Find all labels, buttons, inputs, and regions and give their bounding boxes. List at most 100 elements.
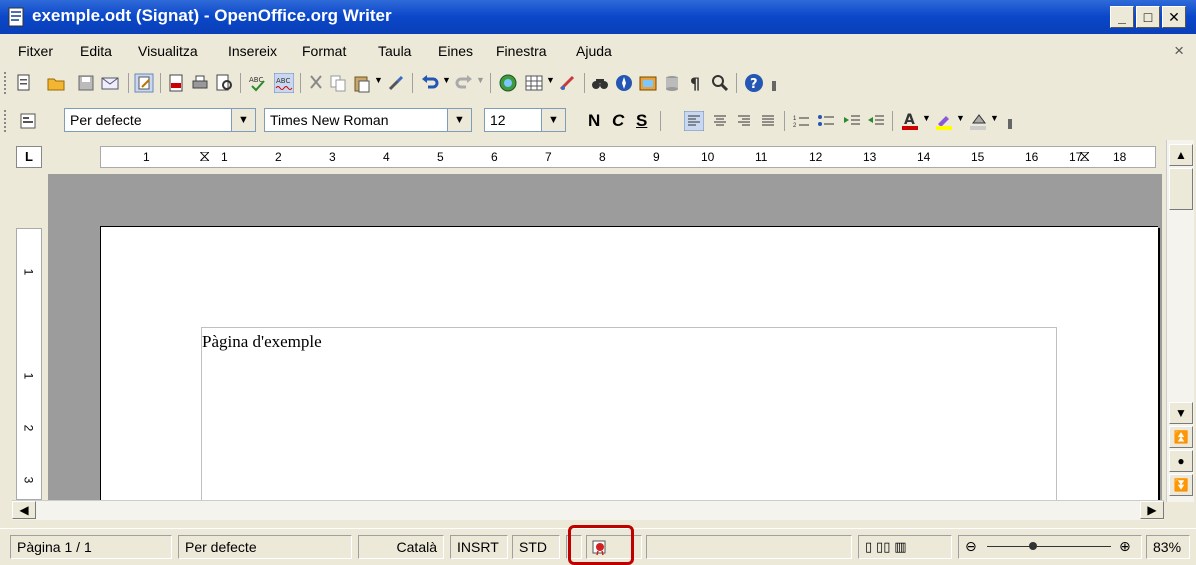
hyperlink-icon[interactable] — [498, 73, 518, 93]
scroll-thumb[interactable] — [1169, 168, 1193, 210]
menu-visualitza[interactable]: Visualitza — [138, 43, 198, 59]
single-page-view-icon[interactable]: ▯ — [865, 539, 872, 554]
navigator-icon[interactable] — [614, 73, 634, 93]
save-icon[interactable] — [76, 73, 96, 93]
toolbar-options-icon[interactable] — [768, 73, 788, 93]
align-center-icon[interactable] — [710, 111, 730, 131]
minimize-button[interactable]: _ — [1110, 6, 1134, 28]
redo-icon[interactable] — [454, 73, 474, 93]
left-indent-marker-icon[interactable]: ⧖ — [199, 148, 210, 166]
chevron-down-icon[interactable]: ▼ — [990, 113, 999, 123]
maximize-button[interactable]: □ — [1136, 6, 1160, 28]
bold-button[interactable]: N — [588, 111, 600, 131]
document-canvas[interactable]: Pàgina d'exemple — [48, 174, 1162, 504]
scroll-left-button[interactable]: ◀ — [12, 501, 36, 519]
selection-mode-indicator[interactable]: STD — [512, 535, 560, 559]
horizontal-scrollbar[interactable]: ◀ ▶ — [12, 500, 1164, 520]
zoom-out-icon[interactable]: ⊖ — [965, 538, 977, 555]
cut-icon[interactable] — [306, 73, 326, 93]
help-icon[interactable]: ? — [744, 73, 764, 93]
pilcrow-icon[interactable]: ¶ — [686, 73, 706, 93]
draw-functions-icon[interactable] — [558, 73, 578, 93]
numbering-icon[interactable]: 12 — [792, 111, 812, 131]
view-layout-controls[interactable]: ▯ ▯▯ ▥ — [858, 535, 952, 559]
scroll-down-button[interactable]: ▼ — [1169, 402, 1193, 424]
vertical-scrollbar[interactable]: ▲ ▼ ⏫ ● ⏬ — [1166, 140, 1194, 502]
close-document-icon[interactable]: × — [1174, 41, 1184, 61]
document-text[interactable]: Pàgina d'exemple — [202, 332, 322, 352]
gallery-icon[interactable] — [638, 73, 658, 93]
zoom-slider-thumb[interactable] — [1029, 542, 1037, 550]
open-folder-icon[interactable] — [46, 73, 66, 93]
menu-eines[interactable]: Eines — [438, 43, 473, 59]
chevron-down-icon[interactable]: ▼ — [956, 113, 965, 123]
menu-taula[interactable]: Taula — [378, 43, 411, 59]
paste-icon[interactable] — [352, 73, 372, 93]
previous-page-button[interactable]: ⏫ — [1169, 426, 1193, 448]
toolbar-options-icon[interactable] — [1004, 111, 1024, 131]
zoom-in-icon[interactable]: ⊕ — [1119, 538, 1131, 555]
copy-icon[interactable] — [328, 73, 348, 93]
data-sources-icon[interactable] — [662, 73, 682, 93]
export-pdf-icon[interactable] — [166, 73, 186, 93]
justify-icon[interactable] — [758, 111, 778, 131]
toolbar-grip[interactable] — [4, 72, 7, 94]
edit-mode-icon[interactable] — [134, 73, 154, 93]
font-size-select[interactable]: 12 ▼ — [484, 108, 566, 132]
zoom-slider[interactable]: ⊖ ⊕ — [958, 535, 1142, 559]
find-replace-icon[interactable] — [590, 73, 610, 93]
zoom-icon[interactable] — [710, 73, 730, 93]
chevron-down-icon[interactable]: ▼ — [476, 75, 485, 85]
chevron-down-icon[interactable]: ▼ — [546, 75, 555, 85]
new-document-icon[interactable] — [14, 73, 34, 93]
clone-formatting-icon[interactable] — [386, 73, 406, 93]
table-icon[interactable] — [524, 73, 544, 93]
horizontal-ruler[interactable]: 1 ⧖ 1 2 3 4 5 6 7 8 9 10 11 12 13 14 15 … — [100, 146, 1156, 168]
menu-fitxer[interactable]: Fitxer — [18, 43, 53, 59]
vertical-ruler[interactable]: 1 1 2 3 — [16, 228, 42, 500]
navigation-icon[interactable]: ● — [1169, 450, 1193, 472]
toolbar-grip[interactable] — [4, 110, 7, 132]
styles-formatting-icon[interactable] — [18, 111, 38, 131]
language-indicator[interactable]: Català — [358, 535, 444, 559]
book-view-icon[interactable]: ▥ — [894, 539, 906, 554]
page-preview-icon[interactable] — [214, 73, 234, 93]
zoom-level[interactable]: 83% — [1146, 535, 1190, 559]
menu-ajuda[interactable]: Ajuda — [576, 43, 612, 59]
highlighting-icon[interactable] — [934, 111, 954, 131]
menu-edita[interactable]: Edita — [80, 43, 112, 59]
font-color-icon[interactable]: A — [900, 111, 920, 131]
zoom-slider-track[interactable] — [987, 546, 1111, 547]
chevron-down-icon[interactable]: ▼ — [374, 75, 383, 85]
chevron-down-icon[interactable]: ▼ — [447, 109, 471, 131]
chevron-down-icon[interactable]: ▼ — [442, 75, 451, 85]
chevron-down-icon[interactable]: ▼ — [231, 109, 255, 131]
underline-button[interactable]: S — [636, 111, 647, 131]
scroll-right-button[interactable]: ▶ — [1140, 501, 1164, 519]
page-style-indicator[interactable]: Per defecte — [178, 535, 352, 559]
autospellcheck-icon[interactable]: ABC — [274, 73, 294, 93]
scroll-up-button[interactable]: ▲ — [1169, 144, 1193, 166]
paragraph-style-select[interactable]: Per defecte ▼ — [64, 108, 256, 132]
next-page-button[interactable]: ⏬ — [1169, 474, 1193, 496]
align-right-icon[interactable] — [734, 111, 754, 131]
increase-indent-icon[interactable] — [866, 111, 886, 131]
italic-button[interactable]: C — [612, 111, 624, 131]
multi-page-view-icon[interactable]: ▯▯ — [876, 539, 890, 554]
menu-finestra[interactable]: Finestra — [496, 43, 547, 59]
chevron-down-icon[interactable]: ▼ — [922, 113, 931, 123]
bullets-icon[interactable] — [816, 111, 836, 131]
menu-insereix[interactable]: Insereix — [228, 43, 277, 59]
close-button[interactable]: ✕ — [1162, 6, 1186, 28]
menu-format[interactable]: Format — [302, 43, 346, 59]
chevron-down-icon[interactable]: ▼ — [541, 109, 565, 131]
tab-stop-selector[interactable]: L — [16, 146, 42, 168]
email-icon[interactable] — [100, 73, 120, 93]
undo-icon[interactable] — [420, 73, 440, 93]
spellcheck-icon[interactable]: ABC — [248, 73, 268, 93]
insert-mode-indicator[interactable]: INSRT — [450, 535, 508, 559]
right-indent-marker-icon[interactable]: ⧖ — [1079, 148, 1090, 166]
decrease-indent-icon[interactable] — [842, 111, 862, 131]
background-color-icon[interactable] — [968, 111, 988, 131]
align-left-icon[interactable] — [684, 111, 704, 131]
